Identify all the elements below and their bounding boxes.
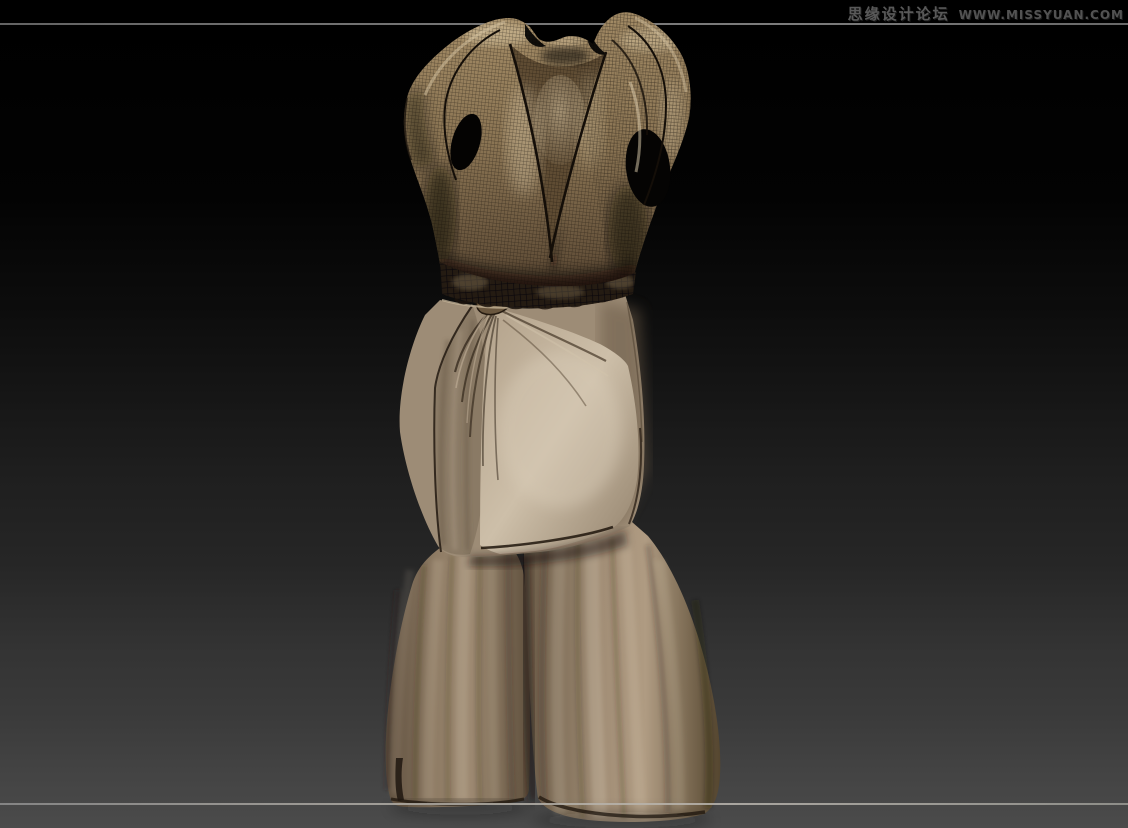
- sculpt-app-window: 思缘设计论坛 WWW.MISSYUAN.COM: [0, 0, 1128, 828]
- grid-front-edge-line: [0, 803, 1128, 805]
- skirt: [400, 291, 648, 566]
- sculpt-canvas[interactable]: [360, 0, 760, 828]
- watermark-site-url: WWW.MISSYUAN.COM: [959, 8, 1124, 22]
- pants: [386, 522, 721, 822]
- vest: [380, 0, 736, 327]
- skirt-apron-highlight: [498, 352, 622, 508]
- watermark-site-name: 思缘设计论坛: [848, 3, 950, 24]
- watermark: 思缘设计论坛 WWW.MISSYUAN.COM: [848, 3, 1124, 24]
- vest-shading: [380, 0, 736, 327]
